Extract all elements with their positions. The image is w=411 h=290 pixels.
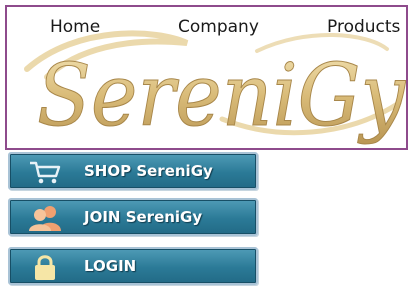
join-button-label: JOIN SereniGy <box>84 208 203 226</box>
header-banner: Home Company Products SereniGy <box>5 5 408 150</box>
lock-icon <box>35 255 55 280</box>
login-button-label: LOGIN <box>84 257 137 275</box>
nav-products-link[interactable]: Products <box>327 17 400 37</box>
nav-company-link[interactable]: Company <box>178 17 259 37</box>
shop-serenigy-button[interactable]: SHOP SereniGy <box>8 152 258 190</box>
cart-icon <box>30 161 61 184</box>
shop-button-label: SHOP SereniGy <box>84 162 213 180</box>
top-nav: Home Company Products <box>7 17 406 39</box>
users-icon <box>29 206 61 231</box>
nav-home-link[interactable]: Home <box>50 17 100 37</box>
login-button[interactable]: LOGIN <box>8 247 258 285</box>
logo-text: SereniGy <box>37 46 406 146</box>
join-serenigy-button[interactable]: JOIN SereniGy <box>8 198 258 236</box>
